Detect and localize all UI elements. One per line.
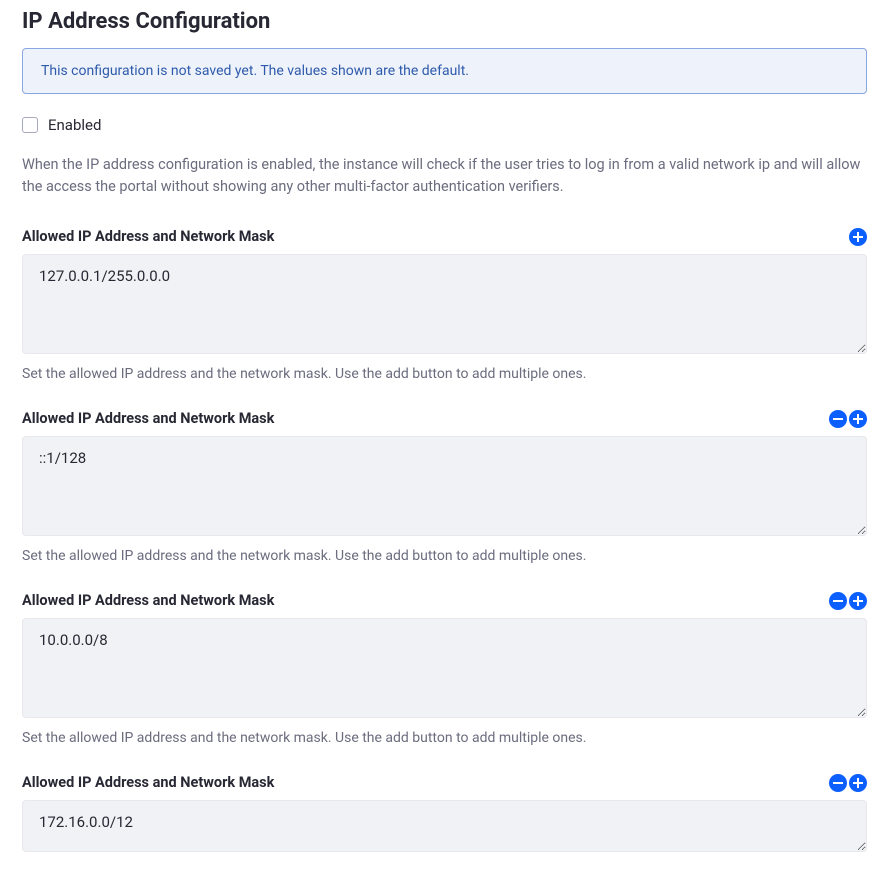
- ip-textarea[interactable]: [22, 618, 867, 718]
- enabled-label[interactable]: Enabled: [48, 116, 101, 134]
- minus-icon: [832, 413, 844, 425]
- ip-field-group: Allowed IP Address and Network Mask Set …: [22, 592, 867, 746]
- info-banner: This configuration is not saved yet. The…: [22, 48, 867, 94]
- field-header: Allowed IP Address and Network Mask: [22, 228, 867, 246]
- field-header: Allowed IP Address and Network Mask: [22, 774, 867, 792]
- remove-button[interactable]: [829, 774, 847, 792]
- add-button[interactable]: [849, 410, 867, 428]
- ip-field-group: Allowed IP Address and Network Mask Set …: [22, 228, 867, 382]
- ip-textarea[interactable]: [22, 800, 867, 852]
- field-label: Allowed IP Address and Network Mask: [22, 228, 274, 245]
- enabled-description: When the IP address configuration is ena…: [22, 154, 862, 198]
- ip-field-group: Allowed IP Address and Network Mask: [22, 774, 867, 856]
- remove-button[interactable]: [829, 592, 847, 610]
- minus-icon: [832, 595, 844, 607]
- page-title: IP Address Configuration: [22, 9, 867, 34]
- field-actions: [829, 592, 867, 610]
- add-button[interactable]: [849, 592, 867, 610]
- ip-textarea[interactable]: [22, 254, 867, 354]
- field-help: Set the allowed IP address and the netwo…: [22, 548, 867, 564]
- field-label: Allowed IP Address and Network Mask: [22, 774, 274, 791]
- field-header: Allowed IP Address and Network Mask: [22, 410, 867, 428]
- plus-icon: [852, 777, 864, 789]
- plus-icon: [852, 595, 864, 607]
- enabled-checkbox-row: Enabled: [22, 116, 867, 134]
- field-actions: [849, 228, 867, 246]
- field-actions: [829, 774, 867, 792]
- enabled-checkbox[interactable]: [22, 117, 38, 133]
- add-button[interactable]: [849, 228, 867, 246]
- field-actions: [829, 410, 867, 428]
- add-button[interactable]: [849, 774, 867, 792]
- field-header: Allowed IP Address and Network Mask: [22, 592, 867, 610]
- remove-button[interactable]: [829, 410, 847, 428]
- ip-field-group: Allowed IP Address and Network Mask Set …: [22, 410, 867, 564]
- minus-icon: [832, 777, 844, 789]
- field-label: Allowed IP Address and Network Mask: [22, 592, 274, 609]
- field-label: Allowed IP Address and Network Mask: [22, 410, 274, 427]
- field-help: Set the allowed IP address and the netwo…: [22, 366, 867, 382]
- ip-textarea[interactable]: [22, 436, 867, 536]
- plus-icon: [852, 413, 864, 425]
- field-help: Set the allowed IP address and the netwo…: [22, 730, 867, 746]
- plus-icon: [852, 231, 864, 243]
